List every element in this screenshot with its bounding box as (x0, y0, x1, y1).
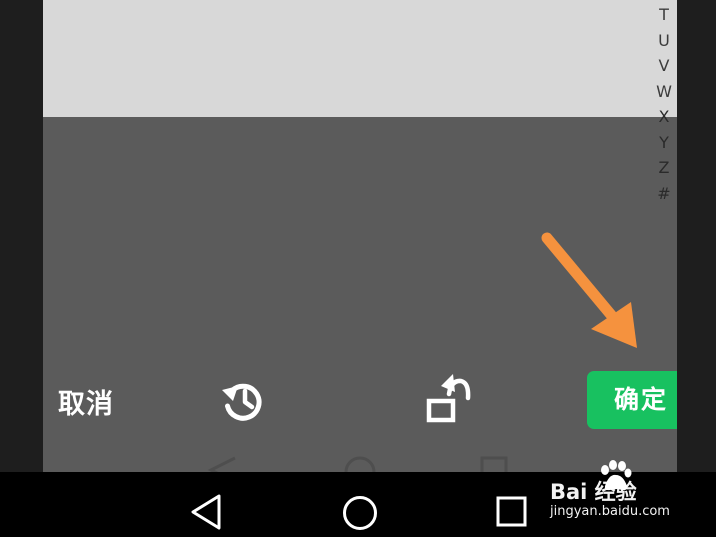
photo-preview-area (43, 0, 677, 117)
baidu-jingyan-watermark: Bai 经验 jingyan.baidu.com (548, 460, 688, 526)
alphabet-index[interactable]: T U V W X Y Z # (649, 2, 677, 206)
back-triangle-icon[interactable] (189, 493, 225, 531)
rotate-icon[interactable] (423, 370, 475, 426)
home-circle-icon[interactable] (341, 494, 379, 532)
watermark-brand: Bai 经验 (550, 480, 637, 504)
index-letter-z[interactable]: Z (649, 155, 677, 181)
index-letter-w[interactable]: W (649, 79, 677, 105)
index-letter-u[interactable]: U (649, 28, 677, 54)
index-letter-t[interactable]: T (649, 2, 677, 28)
orange-arrow-icon (533, 228, 653, 358)
index-letter-y[interactable]: Y (649, 130, 677, 156)
history-icon[interactable] (218, 376, 270, 426)
watermark-url: jingyan.baidu.com (550, 504, 670, 519)
index-letter-x[interactable]: X (649, 104, 677, 130)
index-letter-hash[interactable]: # (649, 181, 677, 207)
confirm-button[interactable]: 确定 (587, 371, 677, 429)
index-letter-v[interactable]: V (649, 53, 677, 79)
phone-screen: T U V W X Y Z # 取消 确定 (43, 0, 677, 472)
recent-square-icon[interactable] (494, 494, 530, 530)
cancel-button[interactable]: 取消 (58, 382, 114, 421)
